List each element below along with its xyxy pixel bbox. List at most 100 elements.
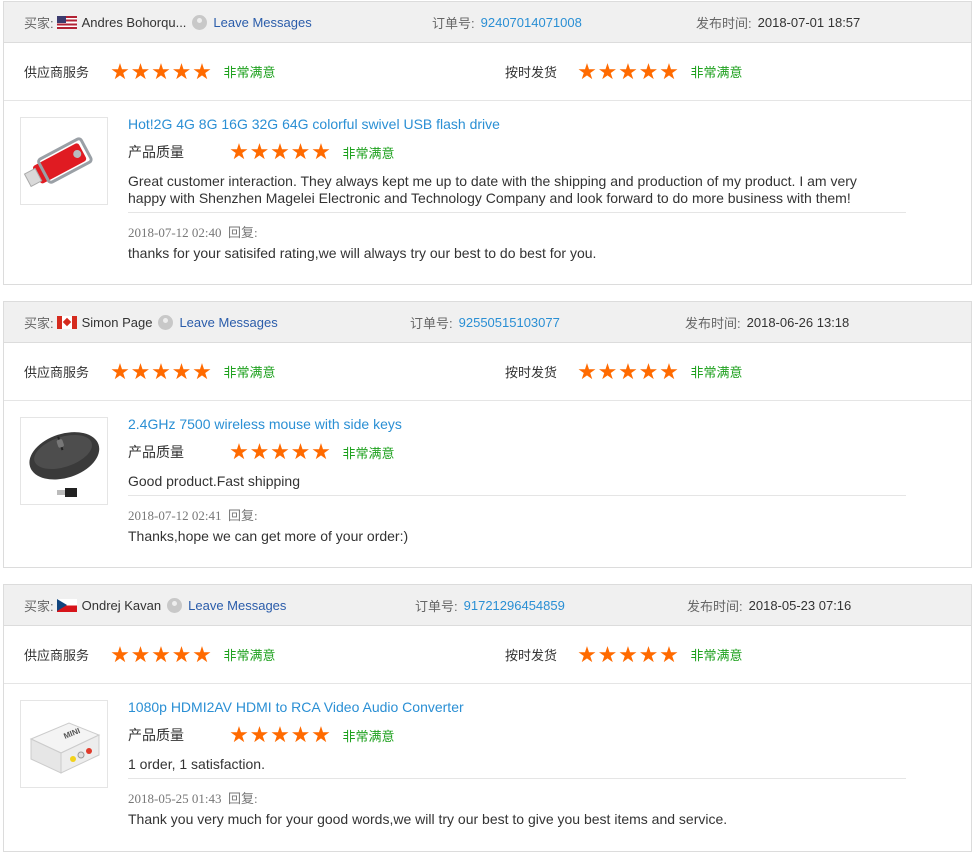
star-icon: ★ — [290, 722, 311, 747]
product-title-link[interactable]: Hot!2G 4G 8G 16G 32G 64G colorful swivel… — [128, 116, 500, 132]
buyer-info: 买家: Simon Page Leave Messages — [24, 302, 278, 342]
star-rating: ★ ★ ★ ★ ★ — [110, 358, 213, 384]
supplier-service-label: 供应商服务 — [24, 65, 90, 80]
satisfaction-text: 非常满意 — [223, 648, 276, 663]
star-icon: ★ — [229, 722, 249, 747]
message-icon[interactable] — [192, 14, 208, 30]
message-icon[interactable] — [167, 597, 183, 613]
star-rating: ★ ★ ★ ★ ★ — [229, 139, 332, 164]
order-info: 订单号: 91721296454859 — [415, 585, 565, 625]
leave-messages-link[interactable]: Leave Messages — [179, 315, 277, 330]
wireless-mouse-image — [29, 432, 100, 497]
product-title-link[interactable]: 2.4GHz 7500 wireless mouse with side key… — [128, 416, 402, 432]
leave-messages-link[interactable]: Leave Messages — [188, 598, 286, 613]
review-header: 买家: Ondrej Kavan Leave Messages 订单号: 917… — [4, 585, 971, 626]
satisfaction-text: 非常满意 — [223, 65, 276, 80]
star-icon: ★ — [249, 139, 270, 164]
star-icon: ★ — [249, 439, 270, 464]
star-rating: ★ ★ ★ ★ ★ — [110, 641, 213, 667]
review-card: 买家: Simon Page Leave Messages 订单号: 92550… — [3, 301, 972, 568]
star-icon: ★ — [151, 58, 171, 84]
product-quality-rating: 产品质量 ★ ★ ★ ★ ★ 非常满意 — [128, 441, 395, 463]
satisfaction-text: 非常满意 — [690, 65, 743, 80]
supplier-service-rating: 供应商服务 ★ ★ ★ ★ ★ 非常满意 — [24, 43, 276, 100]
review-header: 买家: Andres Bohorqu... Leave Messages 订单号… — [4, 2, 971, 43]
star-rating: ★ ★ ★ ★ ★ — [110, 58, 213, 84]
star-icon: ★ — [311, 139, 331, 164]
reply-label: 回复: — [228, 225, 258, 240]
review-comment: Great customer interaction. They always … — [128, 173, 857, 206]
star-icon: ★ — [130, 358, 151, 384]
star-rating: ★ ★ ★ ★ ★ — [577, 641, 680, 667]
czech-flag-icon — [56, 598, 77, 612]
buyer-name: Andres Bohorqu... — [81, 14, 187, 30]
star-icon: ★ — [270, 139, 290, 164]
reply-date: 2018-07-12 02:41 — [128, 508, 222, 523]
canada-flag-icon — [56, 315, 77, 329]
product-title-link[interactable]: 1080p HDMI2AV HDMI to RCA Video Audio Co… — [128, 699, 464, 715]
review-card: 买家: Andres Bohorqu... Leave Messages 订单号… — [3, 1, 972, 285]
star-rating: ★ ★ ★ ★ ★ — [577, 358, 680, 384]
seller-ratings: 供应商服务 ★ ★ ★ ★ ★ 非常满意 按时发货 ★ ★ ★ ★ ★ 非常满意 — [4, 626, 971, 684]
supplier-service-label: 供应商服务 — [24, 648, 90, 663]
star-icon: ★ — [638, 58, 659, 84]
product-thumbnail[interactable]: MINI — [20, 700, 108, 788]
product-thumbnail[interactable] — [20, 417, 108, 505]
publish-time-label: 发布时间: — [696, 15, 752, 31]
star-icon: ★ — [110, 58, 130, 84]
publish-time-value: 2018-05-23 07:16 — [748, 597, 852, 613]
star-icon: ★ — [290, 439, 311, 464]
star-icon: ★ — [229, 139, 249, 164]
star-rating: ★ ★ ★ ★ ★ — [577, 58, 680, 84]
star-icon: ★ — [638, 641, 659, 667]
publish-time-label: 发布时间: — [685, 315, 741, 331]
star-icon: ★ — [192, 358, 212, 384]
star-icon: ★ — [151, 641, 171, 667]
supplier-service-rating: 供应商服务 ★ ★ ★ ★ ★ 非常满意 — [24, 343, 276, 400]
buyer-label: 买家: — [24, 15, 54, 31]
satisfaction-text: 非常满意 — [223, 365, 276, 380]
buyer-label: 买家: — [24, 598, 54, 614]
leave-messages-link[interactable]: Leave Messages — [213, 15, 311, 30]
satisfaction-text: 非常满意 — [342, 445, 395, 461]
star-icon: ★ — [577, 58, 597, 84]
reply-meta: 2018-07-12 02:40 回复: — [128, 222, 258, 241]
publish-time: 发布时间: 2018-06-26 13:18 — [685, 302, 849, 342]
order-number-link[interactable]: 92550515103077 — [459, 315, 560, 330]
star-icon: ★ — [638, 358, 659, 384]
product-quality-rating: 产品质量 ★ ★ ★ ★ ★ 非常满意 — [128, 141, 395, 163]
star-icon: ★ — [171, 358, 192, 384]
order-label: 订单号: — [410, 315, 453, 331]
message-icon[interactable] — [158, 314, 174, 330]
order-number-link[interactable]: 92407014071008 — [481, 15, 582, 30]
star-icon: ★ — [290, 139, 311, 164]
order-info: 订单号: 92407014071008 — [432, 2, 582, 42]
order-number-link[interactable]: 91721296454859 — [464, 598, 565, 613]
order-label: 订单号: — [415, 598, 458, 614]
star-icon: ★ — [659, 58, 679, 84]
satisfaction-text: 非常满意 — [690, 648, 743, 663]
star-icon: ★ — [270, 722, 290, 747]
reply-label: 回复: — [228, 791, 258, 806]
star-icon: ★ — [171, 58, 192, 84]
reply-meta: 2018-07-12 02:41 回复: — [128, 505, 258, 524]
on-time-delivery-label: 按时发货 — [505, 65, 558, 80]
usb-drive-image — [23, 137, 93, 188]
star-icon: ★ — [618, 641, 638, 667]
seller-reply: thanks for your satisifed rating,we will… — [128, 245, 597, 261]
product-quality-label: 产品质量 — [128, 727, 184, 743]
satisfaction-text: 非常满意 — [690, 365, 743, 380]
star-rating: ★ ★ ★ ★ ★ — [229, 439, 332, 464]
product-quality-label: 产品质量 — [128, 444, 184, 460]
star-icon: ★ — [311, 439, 331, 464]
publish-time-value: 2018-07-01 18:57 — [757, 14, 861, 30]
order-label: 订单号: — [432, 15, 475, 31]
buyer-info: 买家: Andres Bohorqu... Leave Messages — [24, 2, 312, 42]
star-icon: ★ — [229, 439, 249, 464]
reply-date: 2018-07-12 02:40 — [128, 225, 222, 240]
product-thumbnail[interactable] — [20, 117, 108, 205]
star-icon: ★ — [597, 58, 618, 84]
reply-meta: 2018-05-25 01:43 回复: — [128, 788, 258, 807]
divider — [128, 778, 906, 779]
publish-time-label: 发布时间: — [687, 598, 743, 614]
